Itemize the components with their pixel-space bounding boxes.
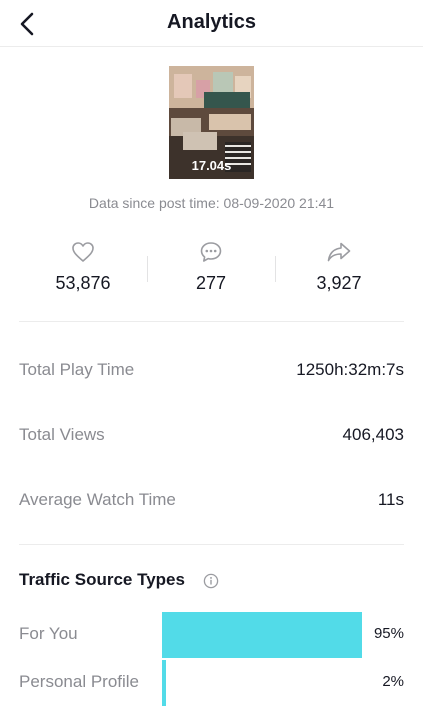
likes-count: 53,876 bbox=[55, 273, 111, 293]
comment-icon bbox=[200, 242, 222, 262]
traffic-bar bbox=[162, 612, 362, 658]
shares-stat: 3,927 bbox=[289, 241, 389, 294]
metric-value: 1250h:32m:7s bbox=[296, 360, 404, 379]
divider bbox=[19, 544, 404, 545]
likes-stat: 53,876 bbox=[33, 241, 133, 294]
video-thumbnail[interactable]: 17.04s bbox=[169, 66, 254, 179]
traffic-section-title: Traffic Source Types bbox=[19, 570, 185, 589]
stat-divider bbox=[147, 256, 148, 282]
info-button[interactable] bbox=[203, 573, 219, 594]
metric-label: Average Watch Time bbox=[19, 490, 176, 509]
comments-count: 277 bbox=[195, 273, 227, 293]
share-icon bbox=[327, 242, 351, 262]
metric-value: 406,403 bbox=[342, 425, 404, 444]
stat-divider bbox=[275, 256, 276, 282]
traffic-row-for-you: For You 95% bbox=[0, 612, 423, 658]
shares-count: 3,927 bbox=[316, 273, 362, 293]
metric-value: 11s bbox=[377, 490, 404, 509]
traffic-source-label: Personal Profile bbox=[19, 672, 140, 691]
divider bbox=[19, 321, 404, 322]
traffic-percent: 95% bbox=[373, 625, 404, 642]
video-duration: 17.04s bbox=[191, 158, 232, 173]
metric-average-watch-time: Average Watch Time 11s bbox=[19, 490, 404, 514]
heart-icon bbox=[72, 242, 94, 262]
info-icon bbox=[203, 573, 219, 589]
traffic-bar bbox=[162, 660, 166, 706]
metric-label: Total Views bbox=[19, 425, 105, 444]
traffic-source-label: For You bbox=[19, 624, 78, 643]
metric-label: Total Play Time bbox=[19, 360, 135, 379]
header-bar: Analytics bbox=[0, 0, 423, 47]
data-since-text: Data since post time: 08-09-2020 21:41 bbox=[88, 195, 335, 211]
metric-total-play-time: Total Play Time 1250h:32m:7s bbox=[19, 360, 404, 384]
comments-stat: 277 bbox=[161, 241, 261, 294]
traffic-row-personal-profile: Personal Profile 2% bbox=[0, 660, 423, 706]
traffic-percent: 2% bbox=[382, 673, 404, 690]
metric-total-views: Total Views 406,403 bbox=[19, 425, 404, 449]
page-title: Analytics bbox=[167, 11, 256, 33]
